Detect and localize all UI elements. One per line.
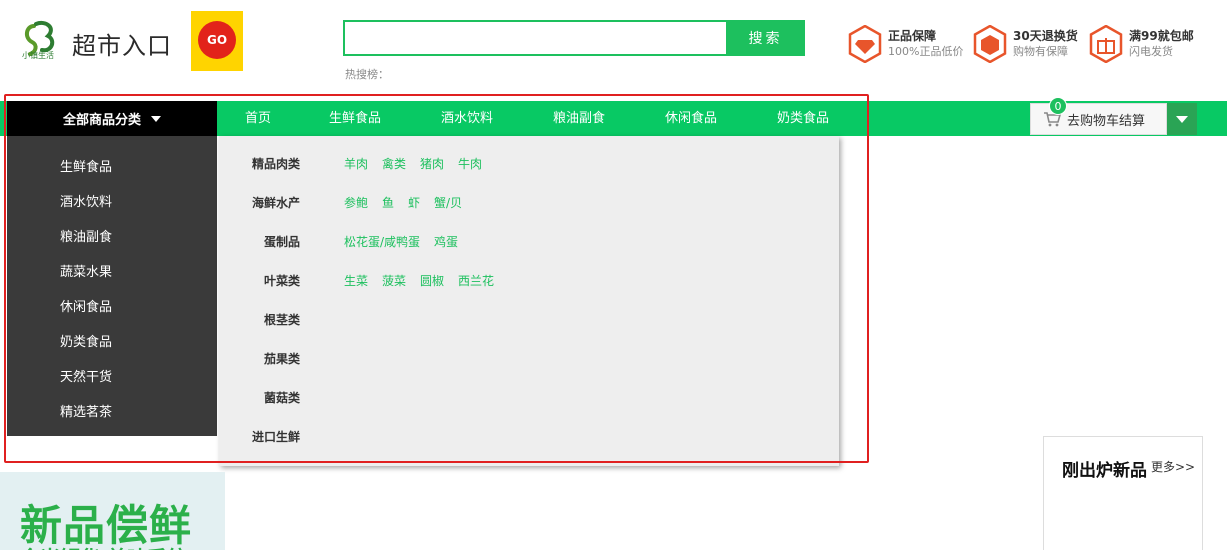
guarantee-return: 30天退换货 购物有保障: [973, 25, 1078, 63]
box-icon: [973, 25, 1007, 63]
new-products-title: 刚出炉新品: [1062, 461, 1147, 481]
go-badge[interactable]: GO: [191, 11, 243, 71]
cart-checkout-label: 去购物车结算: [1067, 113, 1146, 129]
guarantee-shipping: 满99就包邮 闪电发货: [1089, 25, 1194, 63]
new-products-more-link[interactable]: 更多>>: [1151, 458, 1195, 475]
gift-icon: [1089, 25, 1123, 63]
go-badge-label: GO: [198, 21, 236, 59]
new-products-panel: [1043, 436, 1203, 550]
guarantee-sub: 购物有保障: [1013, 45, 1068, 58]
search-input[interactable]: [343, 20, 726, 56]
guarantee-title: 满99就包邮: [1129, 29, 1194, 43]
search-button[interactable]: 搜索: [726, 20, 805, 56]
promo-banner[interactable]: 新品偿鲜 今米钜华 美味系统: [0, 472, 225, 550]
diamond-icon: [848, 25, 882, 63]
highlight-annotation-box: [4, 94, 869, 463]
cart-count-badge: 0: [1049, 97, 1067, 115]
guarantee-sub: 100%正品低价: [888, 45, 964, 58]
guarantee-authentic: 正品保障 100%正品低价: [848, 25, 963, 63]
guarantee-title: 30天退换货: [1013, 29, 1078, 43]
cart-dropdown-button[interactable]: [1167, 103, 1197, 135]
chevron-down-icon: [1176, 115, 1188, 123]
hot-search-label: 热搜榜：: [345, 68, 389, 81]
banner-subtitle: 今米钜华 美味系统: [20, 542, 187, 550]
logo-caption: 小镇生活: [22, 51, 54, 60]
guarantee-sub: 闪电发货: [1129, 45, 1173, 58]
guarantee-title: 正品保障: [888, 29, 937, 43]
brand-title[interactable]: 超市入口: [72, 26, 172, 61]
